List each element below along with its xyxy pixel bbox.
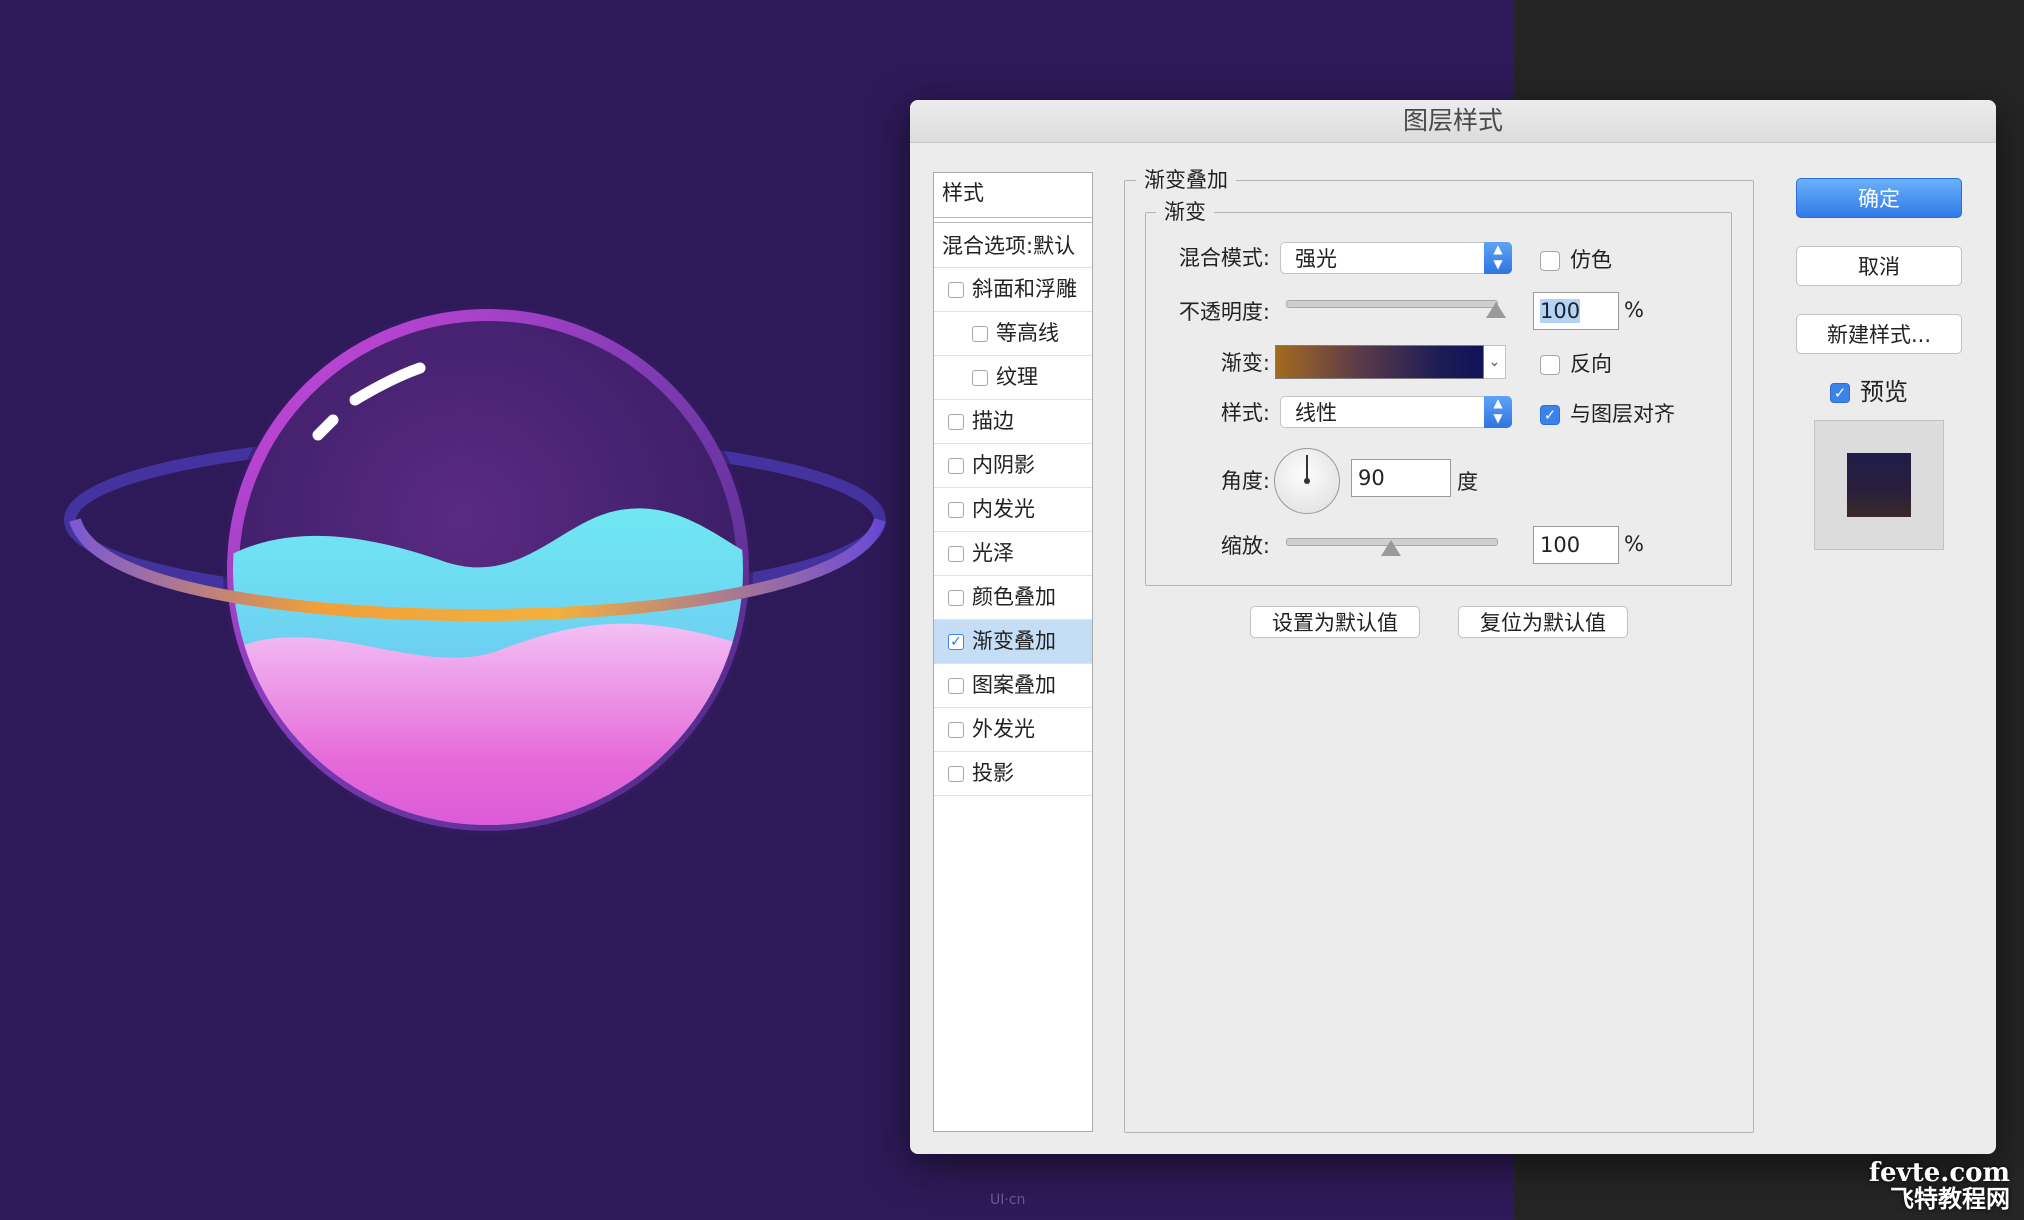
angle-dial-center — [1304, 478, 1310, 484]
style-item[interactable]: 内发光 — [934, 488, 1092, 532]
layer-style-dialog: 图层样式 样式 混合选项:默认 斜面和浮雕等高线纹理描边内阴影内发光光泽颜色叠加… — [910, 100, 1996, 1154]
style-item[interactable]: 图案叠加 — [934, 664, 1092, 708]
style-item[interactable]: 光泽 — [934, 532, 1092, 576]
watermark-line2: 飞特教程网 — [1890, 1184, 2010, 1213]
style-select[interactable]: 线性 ▲ ▼ — [1280, 396, 1512, 428]
align-layer-checkbox-box[interactable]: ✓ — [1540, 405, 1560, 425]
opacity-unit: % — [1624, 298, 1644, 322]
new-style-button[interactable]: 新建样式... — [1796, 314, 1962, 354]
preview-checkbox-box[interactable]: ✓ — [1830, 383, 1850, 403]
style-item[interactable]: 纹理 — [934, 356, 1092, 400]
cancel-button[interactable]: 取消 — [1796, 246, 1962, 286]
preview-label: 预览 — [1860, 378, 1908, 406]
reverse-label: 反向 — [1570, 352, 1612, 376]
style-item-label: 内阴影 — [972, 453, 1035, 477]
gradient-swatch[interactable] — [1275, 345, 1484, 379]
scale-slider-thumb[interactable] — [1381, 540, 1401, 556]
style-item-checkbox[interactable] — [972, 326, 988, 342]
style-item[interactable]: 内阴影 — [934, 444, 1092, 488]
style-stepper-icon: ▲ ▼ — [1484, 396, 1512, 428]
style-item-checkbox[interactable] — [948, 766, 964, 782]
preview-frame — [1814, 420, 1944, 550]
blend-mode-value: 强光 — [1295, 247, 1337, 271]
style-item-checkbox[interactable] — [948, 590, 964, 606]
angle-dial[interactable] — [1274, 448, 1340, 514]
style-item-label: 渐变叠加 — [972, 629, 1056, 653]
angle-unit: 度 — [1457, 470, 1478, 494]
reverse-checkbox[interactable]: 反向 — [1540, 348, 1612, 378]
watermark: fevte.com 飞特教程网 — [1869, 1160, 2010, 1212]
blend-mode-label: 混合模式: — [1178, 246, 1270, 270]
style-item-label: 图案叠加 — [972, 673, 1056, 697]
opacity-label: 不透明度: — [1178, 300, 1270, 324]
angle-label: 角度: — [1220, 469, 1270, 493]
preview-swatch — [1847, 453, 1911, 517]
style-item-label: 描边 — [972, 409, 1014, 433]
style-item-checkbox[interactable] — [972, 370, 988, 386]
style-item-checkbox[interactable] — [948, 458, 964, 474]
styles-list: 样式 混合选项:默认 斜面和浮雕等高线纹理描边内阴影内发光光泽颜色叠加 ✓ 渐变叠加… — [933, 172, 1093, 1132]
style-item-label: 斜面和浮雕 — [972, 277, 1077, 301]
style-item-checkbox[interactable] — [948, 414, 964, 430]
style-item[interactable]: 颜色叠加 — [934, 576, 1092, 620]
preview-checkbox[interactable]: ✓ 预览 — [1830, 372, 1908, 407]
style-item-label: 光泽 — [972, 541, 1014, 565]
style-item-label: 纹理 — [996, 365, 1038, 389]
planet-illustration — [64, 305, 886, 835]
style-item-label: 等高线 — [996, 321, 1059, 345]
align-layer-checkbox[interactable]: ✓ 与图层对齐 — [1540, 398, 1675, 428]
style-value: 线性 — [1295, 401, 1337, 425]
style-item-label: 投影 — [972, 761, 1014, 785]
watermark-line1: fevte.com — [1868, 1158, 2010, 1188]
dither-checkbox-box[interactable] — [1540, 251, 1560, 271]
style-item-checkbox[interactable]: ✓ — [948, 634, 964, 650]
scale-input[interactable]: 100 — [1533, 526, 1619, 564]
scale-label: 缩放: — [1220, 534, 1270, 558]
scale-unit: % — [1624, 532, 1644, 556]
blend-mode-select[interactable]: 强光 ▲ ▼ — [1280, 242, 1512, 274]
style-item[interactable]: 外发光 — [934, 708, 1092, 752]
opacity-input[interactable]: 100 — [1533, 292, 1619, 330]
gradient-label: 渐变: — [1220, 351, 1270, 375]
opacity-slider[interactable] — [1286, 300, 1498, 308]
style-item[interactable]: 斜面和浮雕 — [934, 268, 1092, 312]
canvas-mark: UI·cn — [990, 1192, 1026, 1208]
blend-mode-stepper-icon: ▲ ▼ — [1484, 242, 1512, 274]
style-item[interactable]: 描边 — [934, 400, 1092, 444]
gradient-subgroup-title: 渐变 — [1156, 196, 1214, 226]
set-default-button[interactable]: 设置为默认值 — [1250, 606, 1420, 638]
style-item[interactable]: 等高线 — [934, 312, 1092, 356]
style-item[interactable]: ✓ 渐变叠加 — [934, 620, 1092, 664]
opacity-slider-thumb[interactable] — [1486, 302, 1506, 318]
style-item-checkbox[interactable] — [948, 678, 964, 694]
reset-default-button[interactable]: 复位为默认值 — [1458, 606, 1628, 638]
style-item-checkbox[interactable] — [948, 546, 964, 562]
dither-label: 仿色 — [1570, 248, 1612, 272]
angle-input[interactable]: 90 — [1351, 459, 1451, 497]
style-item[interactable]: 投影 — [934, 752, 1092, 796]
style-item-checkbox[interactable] — [948, 282, 964, 298]
dither-checkbox[interactable]: 仿色 — [1540, 244, 1612, 274]
dialog-title: 图层样式 — [910, 100, 1996, 143]
style-item-label: 外发光 — [972, 717, 1035, 741]
ok-button[interactable]: 确定 — [1796, 178, 1962, 218]
style-item-checkbox[interactable] — [948, 722, 964, 738]
gradient-dropdown-icon[interactable]: ⌄ — [1484, 345, 1506, 379]
style-item-label: 颜色叠加 — [972, 585, 1056, 609]
style-label: 样式: — [1220, 401, 1270, 425]
align-layer-label: 与图层对齐 — [1570, 402, 1675, 426]
style-item-checkbox[interactable] — [948, 502, 964, 518]
styles-header[interactable]: 样式 — [934, 173, 1092, 218]
style-item-label: 内发光 — [972, 497, 1035, 521]
reverse-checkbox-box[interactable] — [1540, 355, 1560, 375]
blend-options-item[interactable]: 混合选项:默认 — [934, 222, 1092, 268]
gradient-overlay-title: 渐变叠加 — [1136, 164, 1236, 194]
